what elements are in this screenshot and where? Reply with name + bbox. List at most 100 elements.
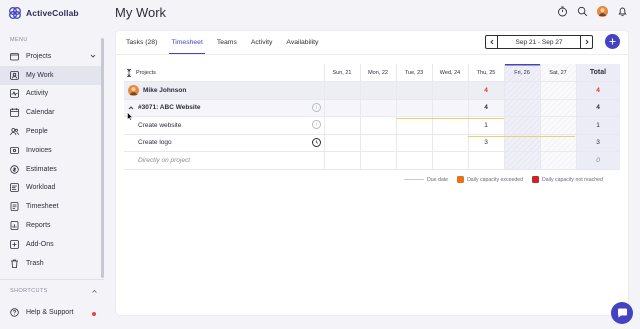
sidebar-item-label: Activity	[26, 90, 49, 98]
project-name: #3071: ABC Website	[138, 104, 201, 111]
project-row-label[interactable]: #3071: ABC Website	[128, 99, 201, 116]
chat-button[interactable]	[611, 302, 633, 324]
clock-icon[interactable]	[312, 138, 321, 147]
previous-week-button[interactable]	[485, 35, 498, 49]
sidebar-item-label: Add-Ons	[26, 240, 54, 248]
app-logo[interactable]: ActiveCollab	[8, 6, 79, 20]
sidebar-scrollbar[interactable]	[101, 38, 104, 278]
help-support-link[interactable]: Help & Support	[10, 308, 96, 317]
sidebar-item-label: Projects	[26, 52, 52, 60]
cell-total-direct: 0	[596, 156, 600, 164]
menu-heading: MENU	[10, 37, 28, 43]
help-label: Help & Support	[26, 309, 74, 316]
activity-icon	[10, 89, 19, 99]
legend-not-reached: Daily capacity not reached	[532, 176, 603, 183]
row-divider	[124, 81, 620, 82]
user-avatar[interactable]	[597, 6, 608, 17]
sidebar: ActiveCollab MENU Projects My Work Activ…	[0, 0, 104, 329]
user-square-icon	[10, 70, 19, 80]
row-divider	[124, 151, 620, 152]
search-icon[interactable]	[577, 6, 588, 17]
calendar-icon	[10, 108, 19, 118]
tab-tasks[interactable]: Tasks (28)	[124, 31, 159, 54]
chevron-up-icon[interactable]	[128, 105, 134, 111]
collapse-all-icon[interactable]	[126, 68, 132, 77]
app-name: ActiveCollab	[26, 8, 79, 18]
notification-dot	[92, 312, 96, 316]
legend-due-date: Due date	[404, 177, 448, 183]
legend-exceeded: Daily capacity exceeded	[457, 176, 523, 183]
sidebar-item-label: Calendar	[26, 109, 55, 117]
top-toolbar	[557, 6, 628, 17]
sidebar-nav: Projects My Work Activity Calendar Peopl…	[0, 47, 104, 273]
legend: Due date Daily capacity exceeded Daily c…	[404, 176, 603, 183]
people-icon	[10, 127, 19, 136]
sidebar-item-label: Invoices	[26, 146, 52, 154]
sidebar-item-label: Workload	[26, 184, 56, 192]
day-header-fri: Fri, 26	[514, 69, 530, 76]
timesheet-icon	[10, 202, 19, 212]
day-header-tue: Tue, 23	[404, 69, 424, 76]
task-row-label[interactable]: Create website	[138, 116, 181, 134]
sidebar-item-label: Trash	[26, 259, 44, 267]
row-divider	[124, 134, 620, 135]
sidebar-item-calendar[interactable]: Calendar	[0, 103, 104, 122]
sidebar-item-projects[interactable]: Projects	[0, 47, 104, 66]
column-divider	[396, 64, 397, 169]
sidebar-item-activity[interactable]: Activity	[0, 85, 104, 104]
column-divider	[432, 64, 433, 169]
sidebar-item-timesheet[interactable]: Timesheet	[0, 197, 104, 216]
week-range-picker[interactable]: Sep 21 - Sep 27	[498, 35, 580, 49]
chevron-down-icon[interactable]	[90, 53, 96, 59]
person-name: Mike Johnson	[143, 86, 187, 94]
sidebar-item-trash[interactable]: Trash	[0, 254, 104, 273]
cell-thu-task[interactable]: 1	[468, 116, 504, 134]
cell-total-task: 3	[596, 139, 600, 146]
not-reached-swatch	[532, 176, 540, 183]
bell-icon[interactable]	[617, 6, 628, 17]
projects-column-header[interactable]: Projects	[126, 64, 186, 81]
sidebar-item-invoices[interactable]: Invoices	[0, 141, 104, 160]
person-row-label[interactable]: Mike Johnson	[128, 81, 186, 99]
chevron-right-icon	[585, 39, 589, 45]
next-week-button[interactable]	[580, 35, 593, 49]
week-navigator: Sep 21 - Sep 27	[485, 35, 593, 49]
chevron-up-icon[interactable]	[91, 288, 98, 295]
cell-total-task: 1	[596, 121, 600, 129]
tab-timesheet[interactable]: Timesheet	[169, 31, 206, 54]
sidebar-item-workload[interactable]: Workload	[0, 179, 104, 198]
avatar	[128, 84, 139, 96]
cell-thu-task[interactable]: 3	[468, 134, 504, 151]
cell-thu-project[interactable]: 4	[468, 99, 504, 116]
day-header-sat: Sat, 27	[549, 69, 567, 76]
sidebar-item-estimates[interactable]: Estimates	[0, 160, 104, 179]
shortcuts-heading: SHORTCUTS	[10, 288, 48, 294]
shortcuts-section[interactable]: SHORTCUTS	[10, 288, 98, 295]
sidebar-item-people[interactable]: People	[0, 122, 104, 141]
column-divider	[504, 64, 505, 169]
help-icon	[10, 308, 19, 317]
legend-due-date-label: Due date	[427, 176, 449, 183]
cell-thu-person[interactable]: 4	[468, 81, 504, 99]
stopwatch-icon[interactable]	[557, 6, 568, 17]
cell-total-project: 4	[596, 104, 600, 111]
due-date-swatch	[404, 179, 424, 180]
total-header: Total	[589, 69, 607, 76]
sidebar-item-label: My Work	[26, 71, 54, 79]
add-time-button[interactable]	[605, 34, 620, 49]
row-divider	[124, 169, 620, 170]
reports-icon	[10, 221, 19, 230]
sidebar-item-add-ons[interactable]: Add-Ons	[0, 235, 104, 254]
sidebar-item-my-work[interactable]: My Work	[0, 65, 104, 85]
tab-divider	[116, 54, 628, 55]
tab-activity[interactable]: Activity	[249, 31, 275, 54]
tab-teams[interactable]: Teams	[215, 31, 239, 54]
sidebar-item-label: Reports	[26, 222, 51, 230]
direct-row-label[interactable]: Directly on project	[138, 151, 190, 169]
info-icon[interactable]: i	[312, 120, 321, 129]
tab-availability[interactable]: Availability	[284, 31, 320, 54]
sidebar-item-reports[interactable]: Reports	[0, 216, 104, 235]
task-row-label[interactable]: Create logo	[138, 134, 172, 151]
info-icon[interactable]: i	[312, 103, 321, 112]
column-divider	[360, 64, 361, 169]
